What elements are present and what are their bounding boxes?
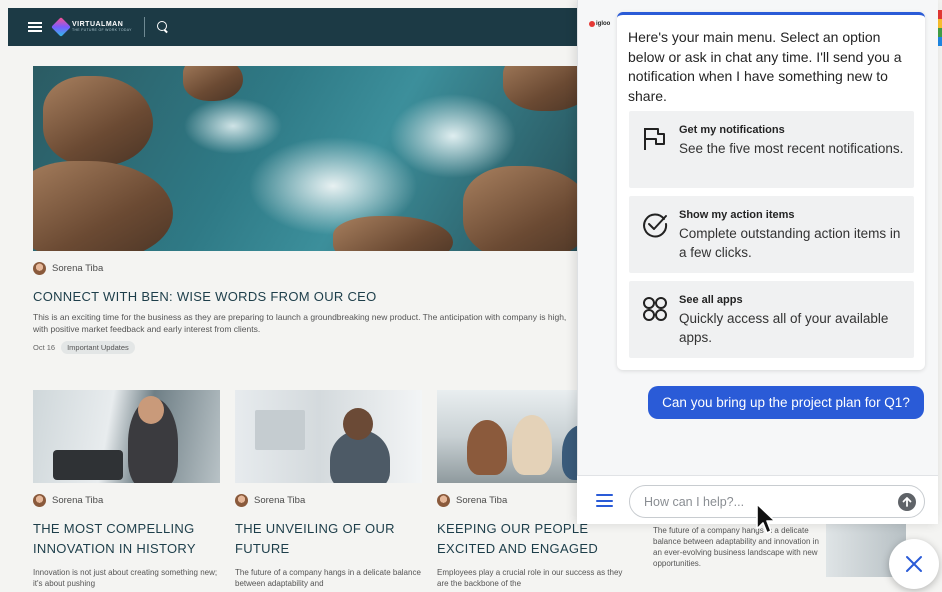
featured-hero-image[interactable] xyxy=(33,66,578,251)
option-get-notifications[interactable]: Get my notifications See the five most r… xyxy=(629,111,914,188)
card-author[interactable]: Sorena Tiba xyxy=(33,494,220,507)
arrow-up-icon xyxy=(902,497,912,507)
avatar xyxy=(33,262,46,275)
apps-grid-icon xyxy=(643,297,667,321)
featured-meta: Oct 16 Important Updates xyxy=(33,341,135,354)
author-name: Sorena Tiba xyxy=(254,495,306,506)
article-card[interactable]: Sorena Tiba THE MOST COMPELLING INNOVATI… xyxy=(33,390,220,589)
option-show-action-items[interactable]: Show my action items Complete outstandin… xyxy=(629,196,914,273)
card-author[interactable]: Sorena Tiba xyxy=(235,494,422,507)
author-name: Sorena Tiba xyxy=(456,495,508,506)
article-image[interactable] xyxy=(235,390,422,483)
author-name: Sorena Tiba xyxy=(52,263,104,274)
card-excerpt: The future of a company hangs in a delic… xyxy=(235,568,421,588)
igloo-logo: igloo xyxy=(589,21,610,27)
option-title: Show my action items xyxy=(679,209,795,221)
chat-menu-icon[interactable] xyxy=(596,494,613,507)
featured-excerpt: This is an exciting time for the busines… xyxy=(33,312,567,334)
igloo-brand: igloo xyxy=(596,21,611,27)
featured-tag[interactable]: Important Updates xyxy=(61,341,135,354)
close-icon xyxy=(906,556,922,572)
article-card[interactable]: Sorena Tiba THE UNVEILING OF OUR FUTURE … xyxy=(235,390,422,589)
author-name: Sorena Tiba xyxy=(52,495,104,506)
card-excerpt: Employees play a crucial role in our suc… xyxy=(437,568,623,588)
bot-main-menu-card: Here's your main menu. Select an option … xyxy=(617,12,925,370)
brand-name: VIRTUALMAN xyxy=(72,21,124,29)
option-title: Get my notifications xyxy=(679,124,785,136)
card-title[interactable]: THE MOST COMPELLING INNOVATION IN HISTOR… xyxy=(33,519,220,559)
option-description: Quickly access all of your available app… xyxy=(679,311,889,345)
featured-author[interactable]: Sorena Tiba xyxy=(33,262,103,275)
chat-panel: igloo Here's your main menu. Select an o… xyxy=(577,0,938,524)
card-title[interactable]: THE UNVEILING OF OUR FUTURE xyxy=(235,519,422,559)
option-description: Complete outstanding action items in a f… xyxy=(679,226,901,260)
igloo-mark-icon xyxy=(589,21,595,27)
intranet-header: VIRTUALMAN THE FUTURE OF WORK TODAY xyxy=(8,8,628,46)
article-image[interactable] xyxy=(33,390,220,483)
option-title: See all apps xyxy=(679,294,743,306)
card4-excerpt: The future of a company hangs in a delic… xyxy=(653,526,819,568)
check-circle-icon xyxy=(643,213,668,238)
search-icon[interactable] xyxy=(156,21,169,33)
diamond-logo-icon xyxy=(51,17,71,37)
card-excerpt: Innovation is not just about creating so… xyxy=(33,568,218,588)
close-chat-button[interactable] xyxy=(889,539,939,589)
featured-title[interactable]: CONNECT WITH BEN: WISE WORDS FROM OUR CE… xyxy=(33,289,377,304)
avatar xyxy=(235,494,248,507)
featured-date: Oct 16 xyxy=(33,343,56,352)
avatar xyxy=(33,494,46,507)
option-description: See the five most recent notifications. xyxy=(679,141,904,156)
card-title[interactable]: KEEPING OUR PEOPLE EXCITED AND ENGAGED xyxy=(437,519,624,559)
hamburger-icon[interactable] xyxy=(28,22,42,32)
avatar xyxy=(437,494,450,507)
brand-tagline: THE FUTURE OF WORK TODAY xyxy=(72,28,132,33)
mouse-pointer-icon xyxy=(756,503,776,534)
option-see-all-apps[interactable]: See all apps Quickly access all of your … xyxy=(629,281,914,358)
brand-logo[interactable]: VIRTUALMAN THE FUTURE OF WORK TODAY xyxy=(51,17,132,37)
bot-intro-message: Here's your main menu. Select an option … xyxy=(628,29,902,104)
header-divider xyxy=(143,17,145,37)
flag-icon xyxy=(644,128,665,150)
screen: VIRTUALMAN THE FUTURE OF WORK TODAY Sore… xyxy=(0,0,942,592)
user-message-bubble[interactable]: Can you bring up the project plan for Q1… xyxy=(648,386,924,419)
send-button[interactable] xyxy=(898,493,916,511)
